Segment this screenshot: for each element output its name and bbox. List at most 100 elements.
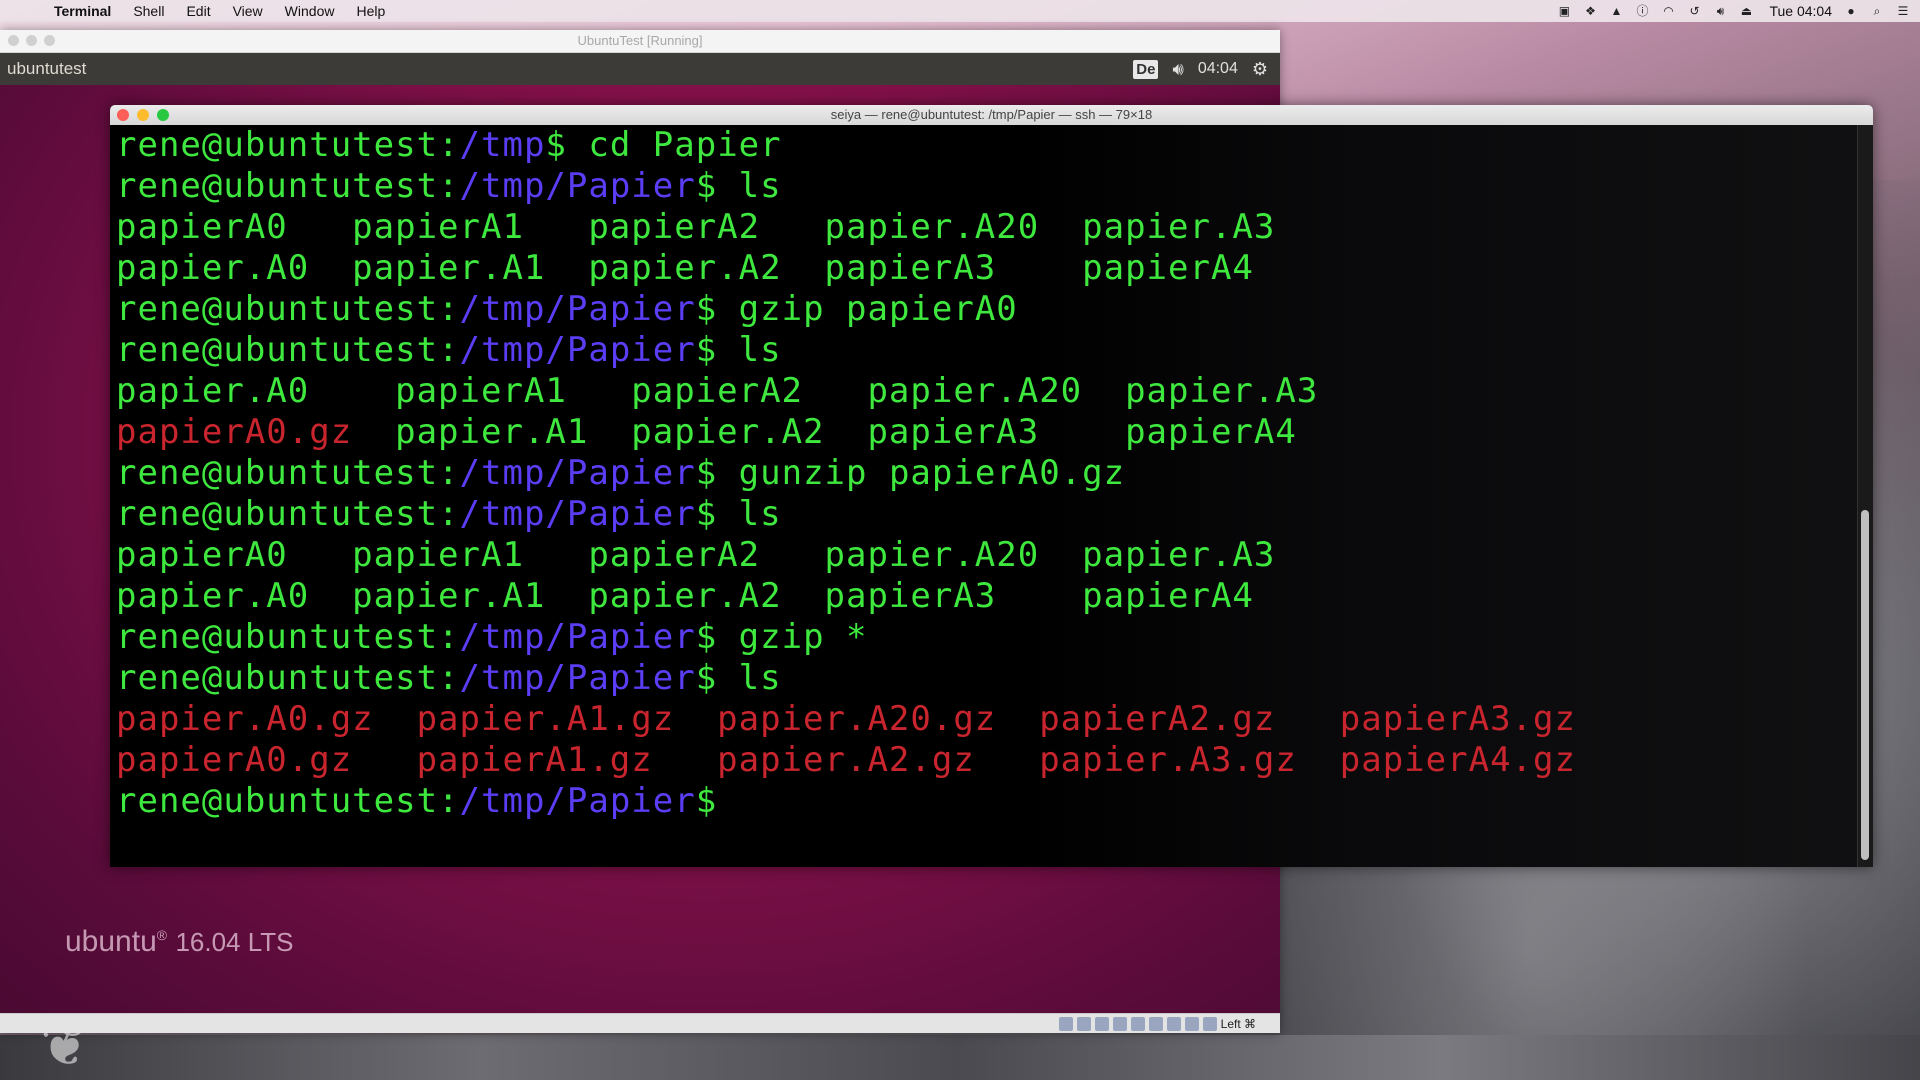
audio-status-icon[interactable] [1094, 1016, 1109, 1031]
menubar-status-area: ▣ ❖ ▲ ⓘ ◠ ↺ 🔊︎ ⏏ Tue 04:04 ● ⌕ ☰ [1557, 0, 1910, 22]
terminal-window-controls [117, 109, 169, 121]
menu-help[interactable]: Help [356, 3, 385, 19]
prompt-path: /tmp/Papier [459, 289, 696, 329]
prompt-symbol: $ [545, 125, 567, 165]
prompt-user: rene@ubuntutest [116, 781, 439, 821]
ubuntu-settings-gear-icon[interactable]: ⚙ [1252, 59, 1268, 80]
wifi-icon[interactable]: ◠ [1661, 4, 1675, 18]
terminal-zoom-button[interactable] [157, 109, 169, 121]
prompt-separator: : [438, 781, 460, 821]
output-text: papier.A0 papierA1 papierA2 papier.A20 p… [116, 371, 1319, 411]
terminal-close-button[interactable] [117, 109, 129, 121]
capture-status-icon[interactable] [1184, 1016, 1199, 1031]
ubuntu-logo: ubuntu® 16.04 LTS [65, 925, 294, 958]
host-key-label: Left ⌘ [1220, 1016, 1256, 1031]
terminal-scrollbar[interactable] [1857, 125, 1873, 867]
vbox-window-controls [8, 35, 55, 46]
command-text: ls [717, 166, 782, 206]
prompt-path: /tmp/Papier [459, 453, 696, 493]
network-status-icon[interactable] [1112, 1016, 1127, 1031]
screen-record-icon[interactable]: ▣ [1557, 4, 1571, 18]
terminal-line: papierA0.gz papier.A1 papier.A2 papierA3… [116, 412, 1858, 453]
vbox-close-button[interactable] [8, 35, 19, 46]
terminal-title: seiya — rene@ubuntutest: /tmp/Papier — s… [830, 107, 1153, 122]
ubuntu-clock[interactable]: 04:04 [1198, 60, 1238, 78]
prompt-path: /tmp/Papier [459, 494, 696, 534]
menubar-clock[interactable]: Tue 04:04 [1769, 3, 1832, 19]
prompt-user: rene@ubuntutest [116, 494, 439, 534]
terminal-line: papier.A0 papierA1 papierA2 papier.A20 p… [116, 371, 1858, 412]
prompt-separator: : [438, 289, 460, 329]
prompt-separator: : [438, 617, 460, 657]
prompt-user: rene@ubuntutest [116, 658, 439, 698]
prompt-user: rene@ubuntutest [116, 617, 439, 657]
vbox-statusbar: Left ⌘ [0, 1013, 1280, 1033]
drive-icon[interactable]: ▲ [1609, 4, 1623, 18]
eject-icon[interactable]: ⏏ [1739, 4, 1753, 18]
prompt-path: /tmp/Papier [459, 781, 696, 821]
hdd-status-icon[interactable] [1058, 1016, 1073, 1031]
user-icon[interactable]: ● [1844, 4, 1858, 18]
command-text: gunzip papierA0.gz [717, 453, 1126, 493]
prompt-symbol: $ [695, 453, 718, 493]
terminal-line: papier.A0 papier.A1 papier.A2 papierA3 p… [116, 576, 1858, 617]
terminal-titlebar[interactable]: seiya — rene@ubuntutest: /tmp/Papier — s… [110, 105, 1873, 125]
menu-window[interactable]: Window [285, 3, 335, 19]
terminal-output[interactable]: rene@ubuntutest:/tmp$ cd Papier rene@ubun… [110, 125, 1858, 867]
info-icon[interactable]: ⓘ [1635, 4, 1649, 18]
prompt-user: rene@ubuntutest [116, 453, 439, 493]
prompt-user: rene@ubuntutest [116, 166, 439, 206]
menu-edit[interactable]: Edit [186, 3, 210, 19]
vbox-titlebar[interactable]: UbuntuTest [Running] [0, 30, 1280, 53]
output-archive-text: papier.A0.gz papier.A1.gz papier.A20.gz … [116, 699, 1576, 739]
vbox-title: UbuntuTest [Running] [577, 33, 703, 48]
menu-app-terminal[interactable]: Terminal [54, 3, 111, 19]
ubuntu-topbar: ubuntutest De 🔊︎ 04:04 ⚙ [0, 53, 1280, 85]
command-text: ls [717, 330, 782, 370]
prompt-path: /tmp [459, 125, 546, 165]
time-machine-icon[interactable]: ↺ [1687, 4, 1701, 18]
terminal-minimize-button[interactable] [137, 109, 149, 121]
prompt-symbol: $ [695, 617, 718, 657]
ubuntu-volume-icon[interactable]: 🔊︎ [1172, 59, 1183, 80]
vbox-minimize-button[interactable] [26, 35, 37, 46]
terminal-line: papierA0.gz papierA1.gz papier.A2.gz pap… [116, 740, 1858, 781]
terminal-line: rene@ubuntutest:/tmp/Papier$ ls [116, 494, 1858, 535]
prompt-symbol: $ [695, 658, 718, 698]
optical-status-icon[interactable] [1076, 1016, 1091, 1031]
prompt-separator: : [438, 453, 460, 493]
output-text: papierA0 papierA1 papierA2 papier.A20 pa… [116, 535, 1276, 575]
ubuntu-logo-text: ubuntu [65, 925, 157, 958]
prompt-symbol: $ [695, 781, 718, 821]
terminal-line: rene@ubuntutest:/tmp/Papier$ [116, 781, 1858, 822]
menu-view[interactable]: View [233, 3, 263, 19]
prompt-user: rene@ubuntutest [116, 125, 439, 165]
prompt-separator: : [438, 658, 460, 698]
prompt-separator: : [438, 125, 460, 165]
prompt-symbol: $ [695, 494, 718, 534]
menu-shell[interactable]: Shell [133, 3, 164, 19]
mouse-status-icon[interactable] [1202, 1016, 1217, 1031]
vbox-zoom-button[interactable] [44, 35, 55, 46]
output-archive-text: papierA0.gz [116, 412, 353, 452]
dropbox-icon[interactable]: ❖ [1583, 4, 1597, 18]
shared-folder-status-icon[interactable] [1148, 1016, 1163, 1031]
terminal-line: rene@ubuntutest:/tmp$ cd Papier [116, 125, 1858, 166]
usb-status-icon[interactable] [1130, 1016, 1145, 1031]
spotlight-search-icon[interactable]: ⌕ [1870, 4, 1884, 18]
terminal-line: rene@ubuntutest:/tmp/Papier$ gunzip papi… [116, 453, 1858, 494]
terminal-line: rene@ubuntutest:/tmp/Papier$ gzip * [116, 617, 1858, 658]
terminal-line: rene@ubuntutest:/tmp/Papier$ ls [116, 658, 1858, 699]
command-text: ls [717, 658, 782, 698]
keyboard-layout-indicator[interactable]: De [1133, 59, 1159, 79]
terminal-scrollbar-thumb[interactable] [1861, 510, 1869, 860]
display-status-icon[interactable] [1166, 1016, 1181, 1031]
prompt-separator: : [438, 166, 460, 206]
command-text: gzip * [717, 617, 868, 657]
command-text: ls [717, 494, 782, 534]
terminal-line: papierA0 papierA1 papierA2 papier.A20 pa… [116, 207, 1858, 248]
prompt-user: rene@ubuntutest [116, 289, 439, 329]
prompt-user: rene@ubuntutest [116, 330, 439, 370]
volume-icon[interactable]: 🔊︎ [1713, 4, 1727, 18]
notification-list-icon[interactable]: ☰ [1896, 4, 1910, 18]
